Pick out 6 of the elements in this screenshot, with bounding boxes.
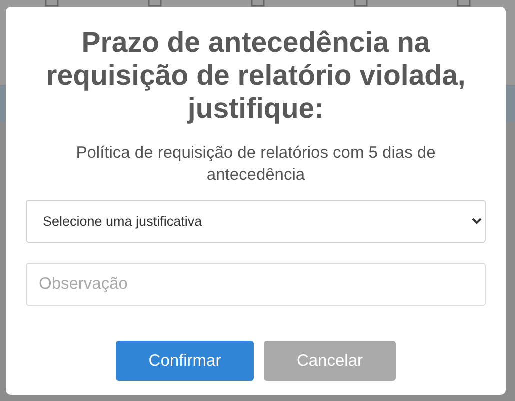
cancel-button[interactable]: Cancelar bbox=[264, 341, 396, 381]
dialog-title: Prazo de antecedência na requisição de relatório violada, justifique: bbox=[46, 27, 466, 126]
confirm-button[interactable]: Confirmar bbox=[116, 341, 254, 381]
justification-select[interactable]: Selecione uma justificativa bbox=[26, 200, 486, 243]
observation-field[interactable]: Observação bbox=[26, 263, 486, 306]
dialog-subtitle: Política de requisição de relatórios com 5 dias de antecedência bbox=[75, 143, 437, 186]
